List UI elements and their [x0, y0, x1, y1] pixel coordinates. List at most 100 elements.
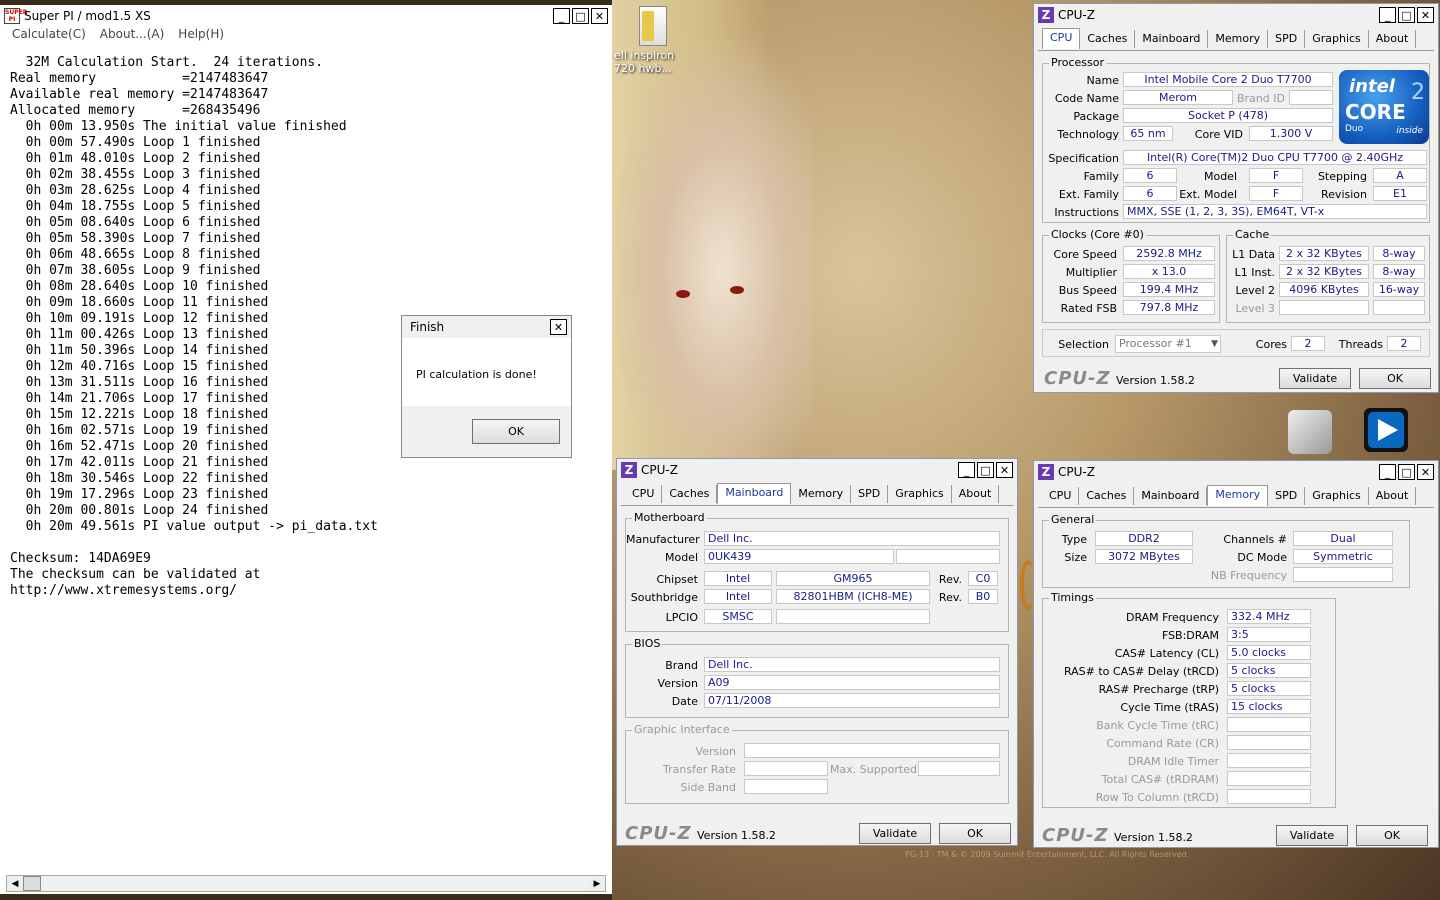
cpuz-mainboard-window: Z CPU-Z _ □ ✕ CPU Caches Mainboard Memor… [616, 458, 1018, 846]
console-line: 0h 16m 52.471s Loop 20 finished [10, 439, 269, 454]
scroll-thumb[interactable] [23, 876, 41, 891]
technology-label: Technology [1057, 128, 1119, 141]
cpuz-memory-window: Z CPU-Z _ □ ✕ CPU Caches Mainboard Memor… [1033, 460, 1439, 848]
cpuz-titlebar[interactable]: Z CPU-Z _ □ ✕ [1034, 461, 1438, 483]
l1inst-value: 2 x 32 KBytes [1279, 264, 1369, 279]
tab-about[interactable]: About [952, 485, 1000, 503]
tab-caches[interactable]: Caches [662, 485, 718, 503]
horizontal-scrollbar[interactable]: ◀ ▶ [6, 875, 606, 892]
ok-button[interactable]: OK [1356, 825, 1428, 846]
mainboard-panel: Motherboard Manufacturer Dell Inc. Model… [621, 505, 1013, 813]
memory-panel: General Type DDR2 Size 3072 MBytes Chann… [1038, 507, 1434, 815]
tab-about[interactable]: About [1369, 30, 1417, 48]
console-line: 0h 02m 38.455s Loop 3 finished [10, 167, 261, 182]
console-line: 0h 20m 49.561s PI value output -> pi_dat… [10, 519, 378, 534]
console-line: The checksum can be validated at [10, 567, 261, 582]
minimize-button[interactable]: _ [553, 8, 570, 24]
close-button[interactable]: ✕ [996, 462, 1013, 478]
close-button[interactable]: ✕ [550, 319, 567, 335]
corevid-label: Core VID [1194, 128, 1243, 141]
tab-graphics[interactable]: Graphics [888, 485, 952, 503]
tab-cpu[interactable]: CPU [625, 485, 663, 503]
fsb-dram-label: FSB:DRAM [1161, 629, 1219, 642]
close-button[interactable]: ✕ [1417, 464, 1434, 480]
cpuz-version: Version 1.58.2 [1114, 831, 1193, 844]
chipset-rev-value: C0 [968, 571, 998, 586]
tab-cpu[interactable]: CPU [1042, 28, 1081, 49]
maximize-button[interactable]: □ [1398, 464, 1415, 480]
cpuz-titlebar[interactable]: Z CPU-Z _ □ ✕ [617, 459, 1017, 481]
close-button[interactable]: ✕ [591, 8, 608, 24]
ratedfsb-label: Rated FSB [1060, 302, 1117, 315]
divx-shortcut-icon[interactable] [1288, 410, 1332, 454]
cpuz-titlebar[interactable]: Z CPU-Z _ □ ✕ [1034, 4, 1438, 26]
l1data-label: L1 Data [1232, 248, 1275, 261]
menu-help[interactable]: Help(H) [178, 27, 224, 45]
media-player-shortcut-icon[interactable] [1364, 408, 1408, 452]
tab-mainboard[interactable]: Mainboard [717, 483, 792, 504]
gi-sideband-label: Side Band [680, 781, 736, 794]
model-label: Model [1203, 170, 1237, 183]
tab-spd[interactable]: SPD [1268, 487, 1306, 505]
maximize-button[interactable]: □ [977, 462, 994, 478]
tab-spd[interactable]: SPD [1268, 30, 1306, 48]
validate-button[interactable]: Validate [859, 823, 931, 844]
tab-spd[interactable]: SPD [851, 485, 889, 503]
menu-calculate[interactable]: Calculate(C) [12, 27, 86, 45]
cache-group-title: Cache [1233, 228, 1272, 241]
extfamily-label: Ext. Family [1058, 188, 1119, 201]
tab-graphics[interactable]: Graphics [1305, 487, 1369, 505]
maximize-button[interactable]: □ [572, 8, 589, 24]
ok-button[interactable]: OK [939, 823, 1011, 844]
finish-ok-button[interactable]: OK [472, 419, 560, 444]
superpi-output: 32M Calculation Start. 24 iterations. Rea… [10, 55, 378, 599]
scroll-right-arrow-icon[interactable]: ▶ [589, 876, 605, 891]
console-line: 0h 19m 17.296s Loop 23 finished [10, 487, 269, 502]
l2-value: 4096 KBytes [1279, 282, 1369, 297]
console-line: http://www.xtremesystems.org/ [10, 583, 237, 598]
validate-button[interactable]: Validate [1279, 368, 1351, 389]
minimize-button[interactable]: _ [1379, 464, 1396, 480]
trc-value [1227, 717, 1311, 732]
bios-brand-value: Dell Inc. [704, 657, 1000, 672]
console-line: 0h 17m 42.011s Loop 21 finished [10, 455, 269, 470]
menu-about[interactable]: About...(A) [100, 27, 165, 45]
lpcio-extra-value [776, 609, 930, 624]
extmodel-value: F [1249, 186, 1303, 201]
validate-button[interactable]: Validate [1276, 825, 1348, 846]
ok-button[interactable]: OK [1359, 368, 1431, 389]
maximize-button[interactable]: □ [1398, 7, 1415, 23]
tab-memory[interactable]: Memory [1208, 30, 1269, 48]
southbridge-rev-value: B0 [968, 589, 998, 604]
type-value: DDR2 [1095, 531, 1193, 546]
threads-label: Threads [1338, 338, 1383, 351]
corespeed-label: Core Speed [1053, 248, 1117, 261]
tab-memory[interactable]: Memory [791, 485, 852, 503]
channels-value: Dual [1293, 531, 1393, 546]
desktop-icon-file[interactable]: ell inspiron 720 hwb... [614, 6, 688, 75]
console-line: 0h 05m 08.640s Loop 6 finished [10, 215, 261, 230]
close-button[interactable]: ✕ [1417, 7, 1434, 23]
tab-cpu[interactable]: CPU [1042, 487, 1080, 505]
tab-mainboard[interactable]: Mainboard [1135, 30, 1209, 48]
tab-about[interactable]: About [1369, 487, 1417, 505]
clocks-group: Clocks (Core #0) Core Speed 2592.8 MHz M… [1042, 228, 1220, 323]
tab-memory[interactable]: Memory [1207, 485, 1269, 506]
tab-caches[interactable]: Caches [1080, 30, 1136, 48]
l2-label: Level 2 [1235, 284, 1275, 297]
tab-mainboard[interactable]: Mainboard [1134, 487, 1208, 505]
size-value: 3072 MBytes [1095, 549, 1193, 564]
minimize-button[interactable]: _ [958, 462, 975, 478]
scroll-left-arrow-icon[interactable]: ◀ [7, 876, 23, 891]
minimize-button[interactable]: _ [1379, 7, 1396, 23]
superpi-titlebar[interactable]: SUPER PI Super PI / mod1.5 XS _ □ ✕ [0, 5, 612, 27]
threads-value: 2 [1387, 336, 1421, 351]
tab-caches[interactable]: Caches [1079, 487, 1135, 505]
tab-graphics[interactable]: Graphics [1305, 30, 1369, 48]
extmodel-label: Ext. Model [1179, 188, 1237, 201]
codename-value: Merom [1123, 90, 1233, 105]
trdram-label: Total CAS# (tRDRAM) [1101, 773, 1219, 786]
stepping-label: Stepping [1317, 170, 1367, 183]
processor-select[interactable]: Processor #1 ▼ [1115, 335, 1221, 353]
finish-titlebar[interactable]: Finish ✕ [402, 316, 571, 338]
